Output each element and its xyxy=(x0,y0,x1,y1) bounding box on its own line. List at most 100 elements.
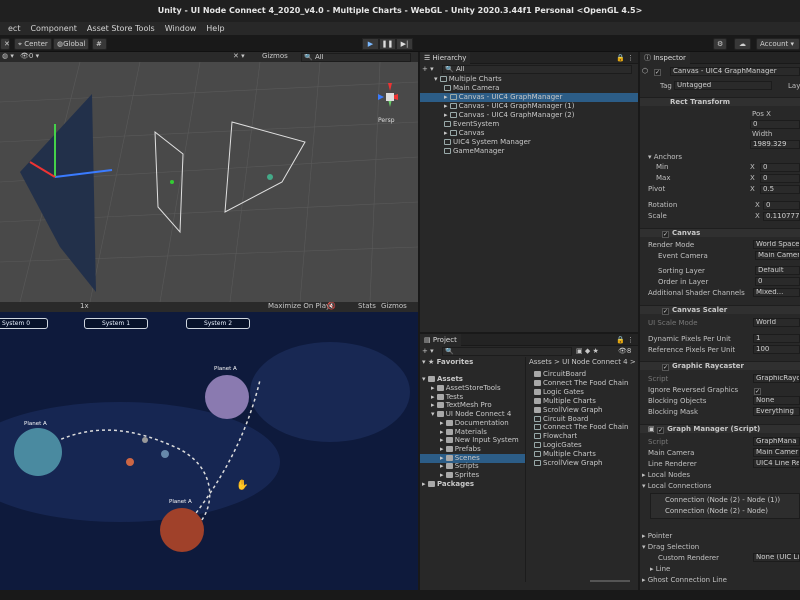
settings-gear-icon[interactable]: ⚙ xyxy=(713,38,727,50)
hierarchy-item[interactable]: EventSystem xyxy=(420,120,638,129)
project-folder[interactable]: ▾ UI Node Connect 4 xyxy=(420,410,525,419)
foldout-arrow-icon[interactable]: ▸ xyxy=(440,471,446,479)
gizmo-center-cube[interactable] xyxy=(386,93,394,101)
line-renderer-field[interactable]: UIC4 Line Re xyxy=(753,459,800,468)
width-field[interactable]: 1989.329 xyxy=(750,140,800,149)
scale-x-field[interactable]: 0.1107773 xyxy=(763,212,800,221)
packages-root[interactable]: ▸ Packages xyxy=(422,480,474,489)
anchor-max-x-field[interactable]: 0 xyxy=(760,174,800,183)
rotation-x-field[interactable]: 0 xyxy=(763,201,800,210)
project-scene-item[interactable]: Circuit Board xyxy=(534,415,588,424)
project-folder[interactable]: ▸ Prefabs xyxy=(420,445,525,454)
foldout-arrow-icon[interactable]: ▸ xyxy=(431,393,437,401)
hierarchy-add-button[interactable]: + ▾ xyxy=(422,65,434,74)
graph-manager-header[interactable]: ▣ ✓ Graph Manager (Script) xyxy=(640,424,800,434)
menu-item-component[interactable]: Component xyxy=(30,24,76,33)
orientation-gizmo[interactable]: Persp xyxy=(370,77,412,125)
planet-a-top[interactable] xyxy=(205,375,249,419)
project-folder[interactable]: ▸ Tests xyxy=(420,393,525,402)
foldout-arrow-icon[interactable]: ▸ xyxy=(431,384,437,392)
scene-visibility-count[interactable]: 👁0 ▾ xyxy=(20,52,39,61)
mute-audio-icon[interactable]: 🔇 xyxy=(327,302,336,311)
project-folder[interactable]: ▸ New Input System xyxy=(420,436,525,445)
project-folder[interactable]: ▸ Scenes xyxy=(420,453,525,463)
foldout-arrow-icon[interactable]: ▸ xyxy=(444,93,450,101)
hierarchy-item[interactable]: ▸ Canvas - UIC4 GraphManager (1) xyxy=(420,102,638,111)
ui-scale-mode-dropdown[interactable]: World xyxy=(753,318,800,327)
blocking-objects-dropdown[interactable]: None xyxy=(753,396,800,405)
gizmo-x-cone[interactable] xyxy=(388,83,392,91)
project-folder-item[interactable]: ScrollView Graph xyxy=(534,406,603,415)
tab-hierarchy[interactable]: ☰ Hierarchy xyxy=(420,52,471,64)
chart-plane-0[interactable] xyxy=(20,94,96,292)
snap-grid-icon[interactable]: # xyxy=(92,38,107,50)
pivot-center-button[interactable]: ⌖ Center xyxy=(14,38,52,50)
game-view[interactable]: 1x Maximize On Play 🔇 Stats Gizmos Plane… xyxy=(0,302,418,590)
foldout-arrow-icon[interactable]: ▸ xyxy=(440,462,446,470)
main-camera-field[interactable]: Main Camer xyxy=(753,448,800,457)
tools-icon[interactable]: ✕ ▾ xyxy=(233,52,245,61)
local-nodes-foldout[interactable]: ▸ Local Nodes xyxy=(642,471,690,480)
project-folder[interactable]: ▸ AssetStoreTools xyxy=(420,384,525,393)
project-filter-icons[interactable]: ▣ ◆ ★ xyxy=(576,347,599,356)
hierarchy-item[interactable]: ▸ Canvas - UIC4 GraphManager xyxy=(420,93,638,102)
favorites-section[interactable]: ▾ ★ Favorites xyxy=(422,358,473,367)
gizmo-z-cone[interactable] xyxy=(378,94,384,100)
icon-size-slider[interactable] xyxy=(590,580,630,582)
foldout-arrow-icon[interactable]: ▸ xyxy=(444,129,450,137)
system-1-button[interactable]: System 1 xyxy=(84,318,148,329)
chart-plane-1[interactable] xyxy=(154,130,184,234)
tab-inspector[interactable]: ⓘ Inspector xyxy=(640,52,690,64)
posx-field[interactable]: 0 xyxy=(750,120,800,129)
chart-plane-2[interactable] xyxy=(224,121,306,213)
project-scene-item[interactable]: Multiple Charts xyxy=(534,450,596,459)
pivot-global-button[interactable]: ◍Global xyxy=(53,38,90,50)
project-scene-item[interactable]: LogicGates xyxy=(534,441,582,450)
project-folder[interactable]: ▸ Documentation xyxy=(420,419,525,428)
lock-icon[interactable]: 🔒 xyxy=(616,54,625,63)
connection-item[interactable]: Connection (Node (2) - Node) xyxy=(665,507,768,516)
reference-pixels-field[interactable]: 100 xyxy=(753,345,800,354)
project-folder-item[interactable]: Logic Gates xyxy=(534,388,584,397)
system-0-button[interactable]: System 0 xyxy=(0,318,48,329)
foldout-arrow-icon[interactable]: ▸ xyxy=(440,454,446,462)
menu-item-window[interactable]: Window xyxy=(165,24,197,33)
project-breadcrumb[interactable]: Assets > UI Node Connect 4 > xyxy=(529,358,636,367)
project-scene-item[interactable]: Flowchart xyxy=(534,432,577,441)
rect-transform-header[interactable]: Rect Transform xyxy=(640,97,800,106)
maximize-on-play-toggle[interactable]: Maximize On Play xyxy=(268,302,330,311)
kebab-menu-icon[interactable]: ⋮ xyxy=(627,54,634,63)
local-connections-foldout[interactable]: ▾ Local Connections xyxy=(642,482,711,491)
blocking-mask-dropdown[interactable]: Everything xyxy=(753,407,800,416)
canvas-scaler-header[interactable]: ✓ Canvas Scaler xyxy=(640,305,800,315)
hierarchy-item[interactable]: GameManager xyxy=(420,147,638,156)
line-foldout[interactable]: ▸ Line xyxy=(650,565,670,574)
menu-item-select[interactable]: ect xyxy=(8,24,20,33)
foldout-arrow-icon[interactable]: ▸ xyxy=(444,111,450,119)
custom-renderer-field[interactable]: None (UIC Lin xyxy=(753,553,800,562)
cloud-icon[interactable]: ☁ xyxy=(734,38,751,50)
project-folder-item[interactable]: Multiple Charts xyxy=(534,397,596,406)
draw-mode-icon[interactable]: ◍ ▾ xyxy=(2,52,14,61)
foldout-arrow-icon[interactable]: ▸ xyxy=(440,419,446,427)
game-canvas[interactable]: Planet A Planet A Planet A ✋ xyxy=(0,312,418,590)
hierarchy-item[interactable]: ▸ Canvas - UIC4 GraphManager (2) xyxy=(420,111,638,120)
project-splitter[interactable] xyxy=(525,357,526,582)
dynamic-pixels-field[interactable]: 1 xyxy=(753,334,800,343)
project-folder[interactable]: ▸ Materials xyxy=(420,428,525,437)
step-button[interactable]: ▶| xyxy=(396,38,413,50)
tab-project[interactable]: ▤ Project xyxy=(420,334,461,346)
project-folder[interactable]: ▸ Sprites xyxy=(420,471,525,480)
connection-item[interactable]: Connection (Node (2) - Node (1)) xyxy=(665,496,780,505)
kebab-menu-icon[interactable]: ⋮ xyxy=(627,336,634,345)
hierarchy-search-input[interactable]: 🔍 All xyxy=(442,65,632,74)
tag-dropdown[interactable]: Untagged xyxy=(674,81,772,90)
lock-icon[interactable]: 🔒 xyxy=(616,336,625,345)
anchors-foldout[interactable]: ▾ Anchors xyxy=(648,153,682,162)
event-camera-field[interactable]: Main Camer xyxy=(755,251,800,260)
pointer-foldout[interactable]: ▸ Pointer xyxy=(642,532,672,541)
project-scene-item[interactable]: Connect The Food Chain xyxy=(534,423,628,432)
system-2-button[interactable]: System 2 xyxy=(186,318,250,329)
scene-gizmos-dropdown[interactable]: Gizmos xyxy=(262,52,288,61)
sorting-layer-dropdown[interactable]: Default xyxy=(755,266,800,275)
